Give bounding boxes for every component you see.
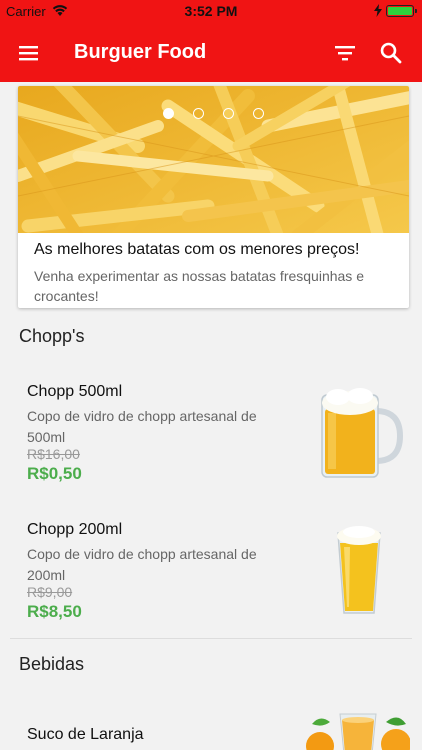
charging-icon [374,4,382,17]
product-item[interactable]: Chopp 200ml Copo de vidro de chopp artes… [0,521,422,631]
section-title-chopps: Chopp's [19,326,85,346]
product-old-price: R$16,00 [27,446,80,462]
carousel-indicator[interactable] [163,108,264,119]
carousel-dot[interactable] [163,108,174,119]
product-price: R$0,50 [27,464,82,483]
orange-juice-image [306,713,410,750]
page-title: Burguer Food [74,41,207,63]
app-bar: Burguer Food [0,22,422,82]
product-name: Suco de Laranja [27,726,144,743]
product-old-price: R$9,00 [27,584,73,600]
product-list[interactable]: As melhores batatas com os menores preço… [0,82,422,750]
banner-description: Venha experimentar as nossas batatas fre… [34,268,364,304]
product-description: Copo de vidro de chopp artesanal de 200m… [27,546,257,583]
carousel-dot[interactable] [223,108,234,119]
carousel-dot[interactable] [193,108,204,119]
promo-banner[interactable]: As melhores batatas com os menores preço… [18,86,409,308]
product-description: Copo de vidro de chopp artesanal de 500m… [27,408,257,445]
status-time: 3:52 PM [184,3,238,19]
product-item[interactable]: Suco de Laranja [0,713,422,750]
beer-mug-image [321,388,404,478]
beer-glass-image [337,526,381,614]
product-price: R$8,50 [27,602,82,621]
product-name: Chopp 200ml [27,521,123,538]
divider [10,638,412,639]
menu-icon[interactable] [14,38,44,68]
carousel-dot[interactable] [253,108,264,119]
section-title-bebidas: Bebidas [19,654,85,674]
product-name: Chopp 500ml [27,383,123,400]
search-icon[interactable] [376,38,406,68]
status-bar: Carrier 3:52 PM [0,0,422,22]
banner-title: As melhores batatas com os menores preço… [34,241,360,258]
filter-icon[interactable] [330,38,360,68]
product-item[interactable]: Chopp 500ml Copo de vidro de chopp artes… [0,383,422,493]
battery-icon [386,5,417,17]
